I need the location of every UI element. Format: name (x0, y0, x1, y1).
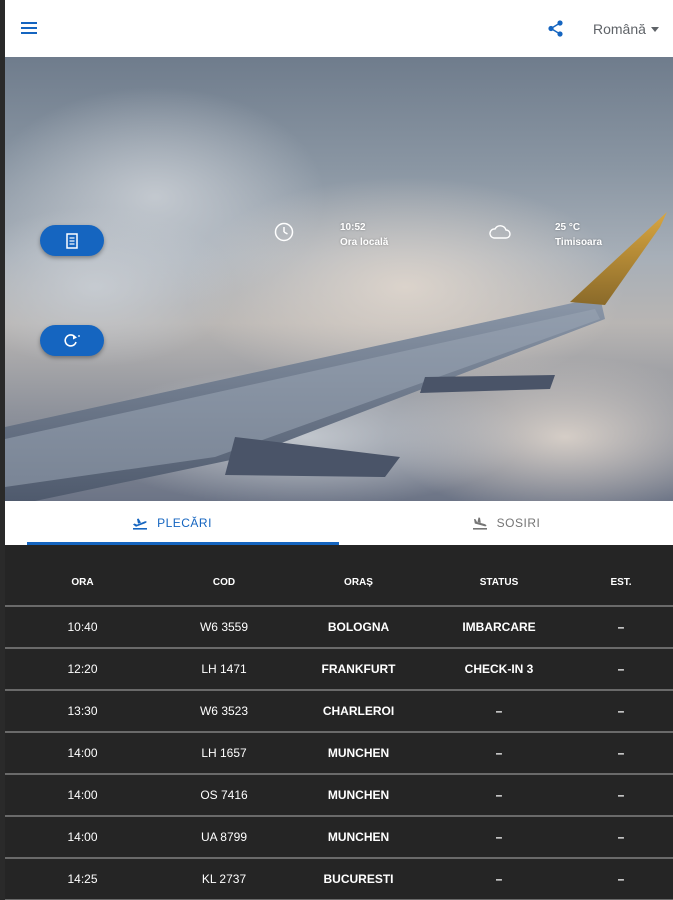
hamburger-menu-icon[interactable] (19, 19, 41, 39)
refresh-button[interactable] (40, 325, 104, 356)
cell-estimated: – (617, 620, 625, 634)
cell-status: CHECK-IN 3 (464, 662, 534, 676)
cell-time: 12:20 (67, 662, 98, 676)
table-row[interactable]: 14:00 OS 7416 MUNCHEN – – (5, 775, 673, 817)
table-row[interactable]: 10:40 W6 3559 BOLOGNA IMBARCARE – (5, 607, 673, 649)
cell-status: – (495, 872, 503, 886)
table-row[interactable]: 14:00 UA 8799 MUNCHEN – – (5, 817, 673, 859)
cell-city: BUCURESTI (323, 872, 394, 886)
table-row[interactable]: 14:00 LH 1657 MUNCHEN – – (5, 733, 673, 775)
hero-banner: 10:52 Ora locală 25 °C Timisoara (5, 57, 673, 501)
cell-estimated: – (617, 746, 625, 760)
cell-estimated: – (617, 830, 625, 844)
cell-code: W6 3523 (199, 704, 249, 718)
cell-time: 13:30 (67, 704, 98, 718)
cell-estimated: – (617, 704, 625, 718)
cell-city: BOLOGNA (327, 620, 390, 634)
cell-status: – (495, 704, 503, 718)
tab-departures-label: PLECĂRI (157, 516, 212, 530)
local-time-value: 10:52 (340, 222, 366, 233)
cell-code: OS 7416 (200, 788, 248, 802)
share-icon[interactable] (546, 19, 566, 39)
cell-status: IMBARCARE (462, 620, 536, 634)
cell-code: LH 1471 (201, 662, 247, 676)
cell-time: 14:00 (67, 830, 98, 844)
departures-table: ORA COD ORAȘ STATUS EST. 10:40 W6 3559 B… (5, 545, 673, 900)
print-button[interactable] (40, 225, 104, 256)
flight-tabs: PLECĂRI SOSIRI (5, 501, 673, 545)
language-selector[interactable]: Română (593, 19, 659, 39)
tab-arrivals-label: SOSIRI (496, 516, 541, 530)
cell-code: W6 3559 (199, 620, 249, 634)
column-header-time: ORA (71, 576, 94, 588)
city-name: Timisoara (555, 237, 603, 248)
column-header-status: STATUS (479, 576, 519, 588)
cloud-icon (489, 225, 511, 239)
temperature-value: 25 °C (555, 222, 581, 233)
cell-status: – (495, 830, 503, 844)
app-frame: Română 10:52 Ora locală 25 °C Timisoara … (5, 0, 673, 900)
cell-city: FRANKFURT (321, 662, 396, 676)
refresh-icon (64, 333, 80, 347)
receipt-icon (66, 232, 78, 249)
cell-time: 14:00 (67, 788, 98, 802)
weather-block: 25 °C Timisoara (555, 220, 602, 250)
tab-departures[interactable]: PLECĂRI (5, 501, 339, 545)
tab-arrivals[interactable]: SOSIRI (339, 501, 673, 545)
airplane-wing-background (5, 87, 673, 501)
cell-code: LH 1657 (201, 746, 247, 760)
table-header-row: ORA COD ORAȘ STATUS EST. (5, 545, 673, 607)
cell-city: CHARLEROI (322, 704, 395, 718)
cell-estimated: – (617, 662, 625, 676)
cell-code: KL 2737 (201, 872, 247, 886)
cell-estimated: – (617, 788, 625, 802)
column-header-city: ORAȘ (344, 576, 373, 588)
table-row[interactable]: 12:20 LH 1471 FRANKFURT CHECK-IN 3 – (5, 649, 673, 691)
cell-status: – (495, 788, 503, 802)
cell-estimated: – (617, 872, 625, 886)
cell-time: 14:25 (67, 872, 98, 886)
chevron-down-icon (650, 26, 659, 32)
table-row[interactable]: 14:25 KL 2737 BUCURESTI – – (5, 859, 673, 900)
table-row[interactable]: 13:30 W6 3523 CHARLEROI – – (5, 691, 673, 733)
arrival-plane-icon (472, 517, 487, 530)
column-header-estimated: EST. (610, 576, 632, 588)
local-time-label: Ora locală (340, 237, 389, 248)
cell-city: MUNCHEN (327, 746, 390, 760)
cell-city: MUNCHEN (327, 830, 390, 844)
column-header-code: COD (212, 576, 236, 588)
language-label: Română (593, 21, 646, 37)
departure-plane-icon (133, 518, 148, 530)
cell-time: 14:00 (67, 746, 98, 760)
clock-icon (274, 222, 294, 242)
cell-status: – (495, 746, 503, 760)
top-app-bar: Română (5, 0, 673, 57)
cell-code: UA 8799 (200, 830, 248, 844)
local-time-block: 10:52 Ora locală (340, 220, 388, 250)
cell-time: 10:40 (67, 620, 98, 634)
cell-city: MUNCHEN (327, 788, 390, 802)
